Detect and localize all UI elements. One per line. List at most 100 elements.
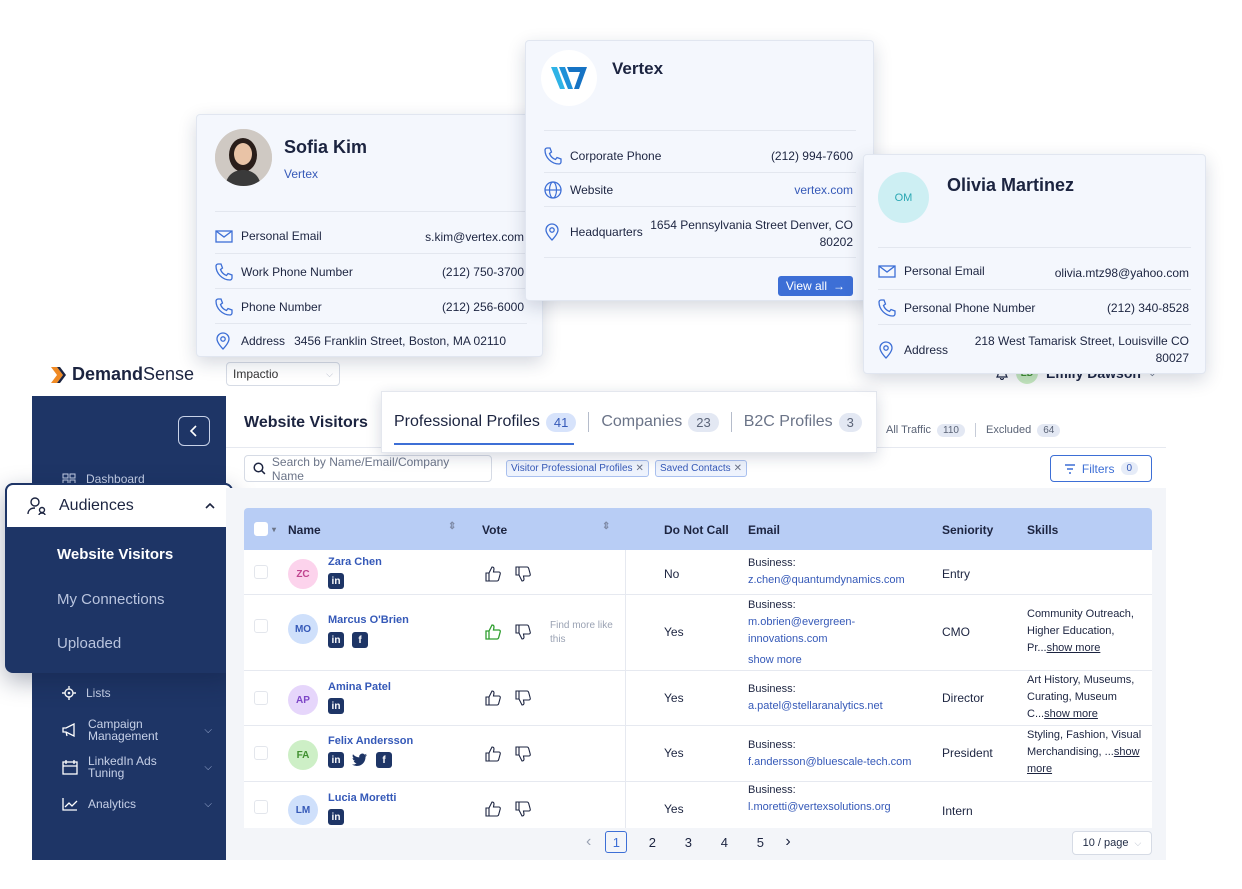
page-4[interactable]: 4 (713, 831, 735, 853)
tab-excluded[interactable]: Excluded (986, 424, 1031, 436)
page-5[interactable]: 5 (749, 831, 771, 853)
field-value[interactable]: (212) 340-8528 (1107, 301, 1189, 315)
thumbs-down-icon[interactable] (514, 745, 532, 763)
close-icon[interactable]: ✕ (636, 463, 644, 474)
row-checkbox[interactable] (254, 691, 268, 705)
column-header-vote[interactable]: Vote (482, 523, 507, 537)
sort-icon[interactable]: ⇕ (448, 521, 456, 532)
tab-companies[interactable]: Companies 23 (601, 391, 719, 453)
sidebar-item-my-connections[interactable]: My Connections (57, 591, 165, 608)
thumbs-down-icon[interactable] (514, 689, 532, 707)
collapse-sidebar-button[interactable] (178, 416, 210, 446)
sort-icon[interactable]: ⇕ (602, 521, 610, 532)
thumbs-down-icon[interactable] (514, 565, 532, 583)
thumbs-up-icon[interactable] (484, 689, 502, 707)
sidebar-item-label-line2: Tuning (88, 766, 125, 780)
row-checkbox[interactable] (254, 800, 268, 814)
thumbs-up-icon[interactable] (484, 623, 502, 641)
field-value[interactable]: (212) 994-7600 (771, 149, 853, 163)
person-name-link[interactable]: Felix Andersson (328, 735, 413, 747)
close-icon[interactable]: ✕ (734, 463, 742, 474)
linkedin-icon[interactable]: in (328, 632, 344, 648)
table-row[interactable]: MO Marcus O'Brien in f Find more like th… (244, 595, 1152, 671)
page-size-select[interactable]: 10 / page ⌵ (1072, 831, 1152, 855)
facebook-icon[interactable]: f (376, 752, 392, 768)
tab-all-traffic[interactable]: All Traffic (886, 424, 931, 436)
field-label: Headquarters (570, 225, 643, 239)
email-link[interactable]: l.moretti@vertexsolutions.org (748, 799, 891, 816)
thumbs-down-icon[interactable] (514, 800, 532, 818)
sidebar-item-audiences[interactable]: Audiences (5, 483, 233, 529)
thumbs-up-icon[interactable] (484, 565, 502, 583)
view-all-button[interactable]: View all → (777, 276, 853, 296)
location-pin-icon (216, 332, 230, 350)
divider (215, 323, 527, 324)
row-checkbox[interactable] (254, 746, 268, 760)
person-name-link[interactable]: Lucia Moretti (328, 792, 396, 804)
tab-b2c-profiles[interactable]: B2C Profiles 3 (744, 391, 862, 453)
field-value[interactable]: olivia.mtz98@yahoo.com (1055, 266, 1189, 280)
workspace-select[interactable]: Impactio ⌵ (226, 362, 340, 386)
filters-button[interactable]: Filters 0 (1050, 455, 1152, 482)
brand-logo[interactable]: DemandSense (50, 364, 194, 385)
page-3[interactable]: 3 (677, 831, 699, 853)
field-value[interactable]: s.kim@vertex.com (425, 230, 524, 244)
table-row[interactable]: AP Amina Patel in Yes Business: a.patel@… (244, 671, 1152, 726)
email-link[interactable]: z.chen@quantumdynamics.com (748, 572, 905, 589)
chevron-down-icon[interactable]: ▾ (272, 525, 276, 534)
vertex-logo-icon (551, 67, 587, 89)
row-checkbox[interactable] (254, 565, 268, 579)
facebook-icon[interactable]: f (352, 632, 368, 648)
sidebar-item-campaign-management[interactable]: Campaign Management ⌵ (62, 718, 212, 742)
field-label: Corporate Phone (570, 149, 662, 163)
row-checkbox[interactable] (254, 619, 268, 633)
linkedin-icon[interactable]: in (328, 573, 344, 589)
sidebar-item-uploaded[interactable]: Uploaded (57, 635, 121, 652)
field-value[interactable]: (212) 750-3700 (442, 265, 524, 279)
website-link[interactable]: vertex.com (794, 183, 853, 197)
page-1[interactable]: 1 (605, 831, 628, 853)
field-value[interactable]: (212) 256-6000 (442, 300, 524, 314)
chevron-right-icon[interactable]: › (785, 833, 790, 851)
sidebar-item-website-visitors[interactable]: Website Visitors (57, 546, 173, 563)
linkedin-icon[interactable]: in (328, 809, 344, 825)
person-name-link[interactable]: Zara Chen (328, 556, 382, 568)
page-2[interactable]: 2 (641, 831, 663, 853)
company-name: Vertex (612, 59, 664, 78)
twitter-icon[interactable] (352, 752, 368, 768)
linkedin-icon[interactable]: in (328, 698, 344, 714)
filter-chip-visitor-professional-profiles[interactable]: Visitor Professional Profiles ✕ (506, 460, 649, 477)
thumbs-down-icon[interactable] (514, 623, 532, 641)
thumbs-up-icon[interactable] (484, 800, 502, 818)
email-link-line2[interactable]: innovations.com (748, 631, 855, 648)
show-more-link[interactable]: show more (1047, 642, 1101, 654)
table-row[interactable]: LM Lucia Moretti in Yes Business: l.more… (244, 782, 1152, 828)
field-address: Address (878, 341, 948, 359)
search-input[interactable]: Search by Name/Email/Company Name (244, 455, 492, 483)
show-more-link[interactable]: show more (1044, 708, 1098, 720)
show-more-link[interactable]: show more (748, 652, 855, 669)
chevron-down-icon: ⌵ (204, 724, 212, 736)
table-row[interactable]: FA Felix Andersson in f Yes Business: f.… (244, 726, 1152, 782)
linkedin-icon[interactable]: in (328, 752, 344, 768)
sidebar-item-linkedin-ads-tuning[interactable]: LinkedIn Ads Tuning ⌵ (62, 755, 212, 779)
person-name-link[interactable]: Amina Patel (328, 681, 391, 693)
sidebar-item-lists[interactable]: Lists (62, 686, 111, 700)
globe-icon (544, 181, 562, 199)
show-more-link-continued[interactable]: more (1027, 763, 1052, 775)
filter-chip-saved-contacts[interactable]: Saved Contacts ✕ (655, 460, 747, 477)
table-row[interactable]: ZC Zara Chen in No Business: z.chen@quan… (244, 550, 1152, 595)
email-link-line1[interactable]: m.obrien@evergreen- (748, 614, 855, 631)
tab-professional-profiles[interactable]: Professional Profiles 41 (394, 391, 577, 453)
find-more-like-this-link[interactable]: Find more like this (550, 619, 620, 647)
column-header-name[interactable]: Name (288, 523, 321, 537)
thumbs-up-icon[interactable] (484, 745, 502, 763)
chevron-left-icon[interactable]: ‹ (586, 833, 591, 851)
email-link[interactable]: f.andersson@bluescale-tech.com (748, 754, 911, 771)
show-more-link[interactable]: show (1114, 746, 1140, 758)
select-all-checkbox[interactable] (254, 522, 268, 536)
person-name-link[interactable]: Marcus O'Brien (328, 614, 409, 626)
email-link[interactable]: a.patel@stellaranalytics.net (748, 698, 883, 715)
sidebar-item-analytics[interactable]: Analytics ⌵ (62, 797, 212, 811)
company-link[interactable]: Vertex (284, 167, 318, 181)
